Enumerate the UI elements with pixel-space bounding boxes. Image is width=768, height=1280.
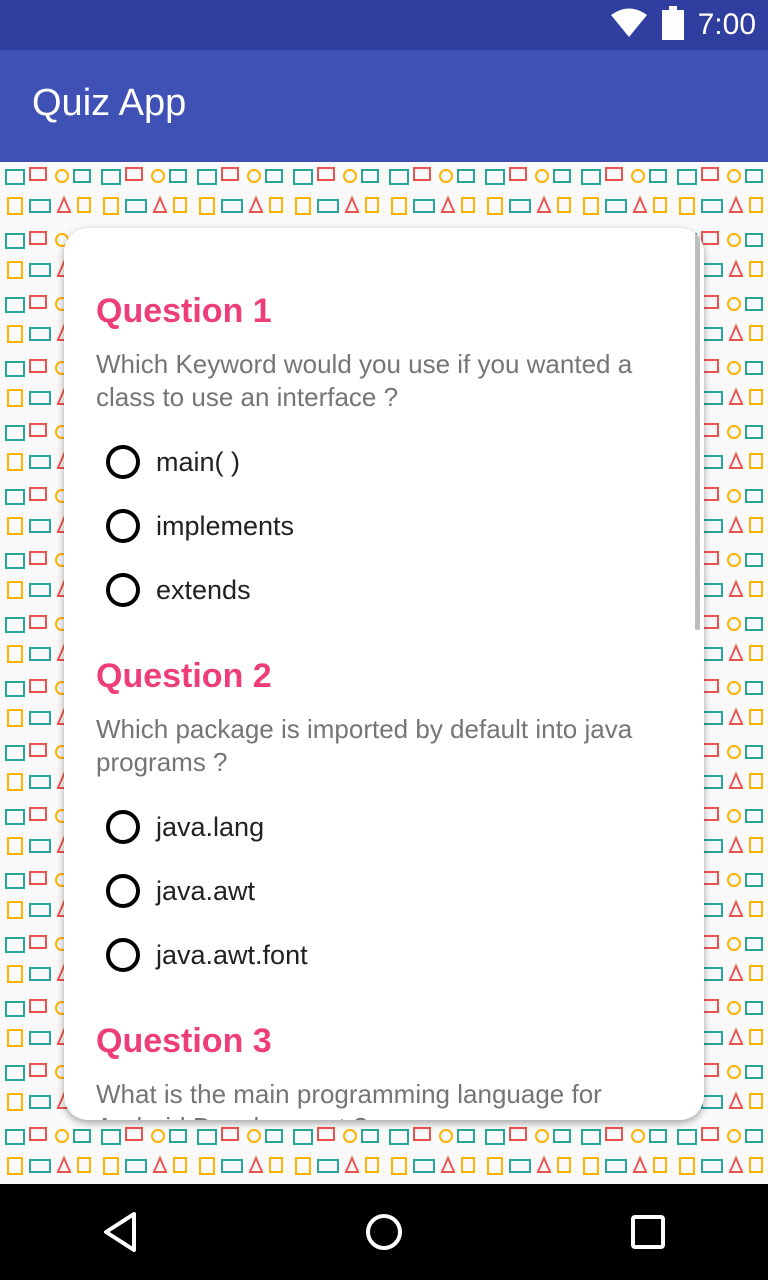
app-bar: Quiz App <box>0 50 768 162</box>
radio-button-icon[interactable] <box>106 810 140 844</box>
app-title: Quiz App <box>32 82 187 124</box>
question-1-option-3[interactable]: extends <box>106 568 251 612</box>
question-1-text: Which Keyword would you use if you wante… <box>96 349 633 412</box>
status-bar: 7:00 <box>0 0 768 50</box>
back-icon <box>104 1212 136 1252</box>
question-2-option-1[interactable]: java.lang <box>106 805 264 849</box>
question-1-option-2[interactable]: implements <box>106 504 294 548</box>
radio-button-icon[interactable] <box>106 509 140 543</box>
option-label: extends <box>156 574 251 605</box>
radio-button-icon[interactable] <box>106 573 140 607</box>
radio-button-icon[interactable] <box>106 938 140 972</box>
option-label: implements <box>156 510 295 541</box>
option-label: java.awt <box>156 875 256 906</box>
question-3-title: Question 3 <box>96 1022 272 1060</box>
wifi-icon <box>610 8 648 43</box>
quiz-card[interactable]: Question 1 Which Keyword would you use i… <box>64 228 704 1120</box>
option-label: java.lang <box>156 811 265 842</box>
question-3-text: What is the main programming language fo… <box>96 1079 602 1120</box>
home-icon <box>366 1214 402 1250</box>
question-2-text: Which package is imported by default int… <box>96 714 633 777</box>
status-icons: 7:00 <box>610 0 756 50</box>
home-button[interactable] <box>336 1184 432 1280</box>
navigation-bar <box>0 1184 768 1280</box>
status-time: 7:00 <box>697 8 756 41</box>
question-1-option-1[interactable]: main( ) <box>106 440 240 484</box>
question-1-title: Question 1 <box>96 292 272 330</box>
recents-button[interactable] <box>600 1184 696 1280</box>
question-2-option-3[interactable]: java.awt.font <box>106 933 308 977</box>
question-2-title: Question 2 <box>96 657 272 695</box>
option-label: java.awt.font <box>156 939 308 970</box>
back-button[interactable] <box>72 1184 168 1280</box>
scrollbar[interactable] <box>695 228 700 630</box>
recents-icon <box>631 1215 665 1249</box>
question-2-option-2[interactable]: java.awt <box>106 869 255 913</box>
radio-button-icon[interactable] <box>106 445 140 479</box>
radio-button-icon[interactable] <box>106 874 140 908</box>
battery-icon <box>661 5 684 45</box>
option-label: main( ) <box>156 446 241 477</box>
